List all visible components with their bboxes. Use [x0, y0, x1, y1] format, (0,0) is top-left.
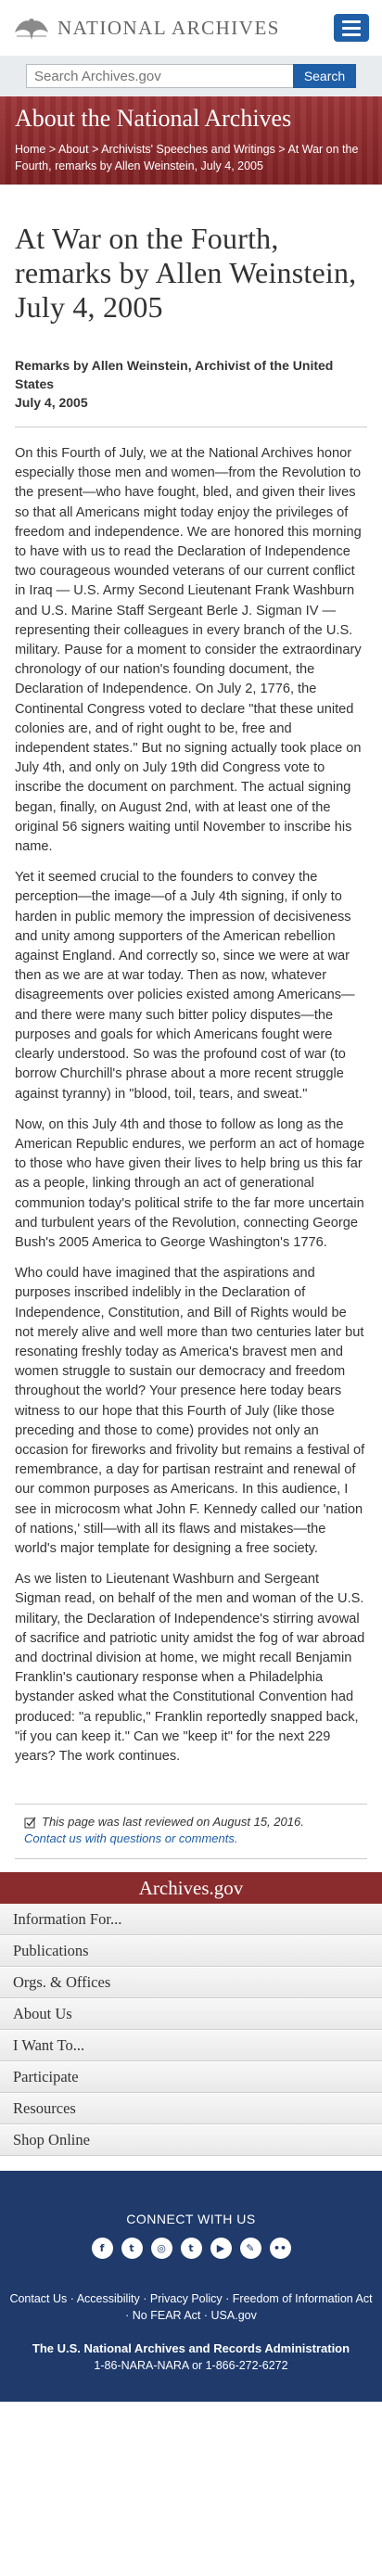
- facebook-icon[interactable]: f: [91, 2238, 113, 2260]
- main-content: At War on the Fourth, remarks by Allen W…: [0, 185, 382, 1860]
- footer-accessibility[interactable]: Accessibility: [77, 2292, 140, 2305]
- paragraph: Who could have imagined that the aspirat…: [15, 1266, 365, 1556]
- social-icons: f t ◎ t ▶ ✎ ••: [9, 2238, 373, 2260]
- footer-privacy-policy[interactable]: Privacy Policy: [150, 2292, 223, 2305]
- breadcrumb-speeches[interactable]: Archivists' Speeches and Writings: [101, 143, 275, 156]
- footer-nav-publications[interactable]: Publications: [0, 1935, 382, 1968]
- paragraph: As we listen to Lieutenant Washburn and …: [15, 1572, 365, 1764]
- footer-contact-us[interactable]: Contact Us: [9, 2292, 67, 2305]
- section-title: About the National Archives: [15, 105, 292, 132]
- site-header: NATIONAL ARCHIVES: [0, 0, 382, 56]
- footer-foia[interactable]: Freedom of Information Act: [233, 2292, 373, 2305]
- flickr-icon[interactable]: ••: [269, 2238, 291, 2260]
- footer-links: Contact Us · Accessibility · Privacy Pol…: [9, 2292, 373, 2323]
- breadcrumb: Home > About > Archivists' Speeches and …: [15, 143, 359, 172]
- paragraph: Now, on this July 4th and those to follo…: [15, 1116, 365, 1250]
- org-name: The U.S. National Archives and Records A…: [32, 2341, 350, 2356]
- contact-us-link[interactable]: Contact us with questions or comments.: [24, 1831, 238, 1845]
- tumblr-icon[interactable]: t: [180, 2238, 202, 2260]
- breadcrumb-about[interactable]: About: [58, 143, 89, 156]
- search-bar: Search: [0, 56, 382, 96]
- speech-date: July 4, 2005: [15, 395, 88, 410]
- footer-nav-participate[interactable]: Participate: [0, 2061, 382, 2094]
- national-archives-logo[interactable]: NATIONAL ARCHIVES: [11, 12, 280, 44]
- paragraph: On this Fourth of July, we at the Nation…: [15, 446, 362, 855]
- footer-no-fear-act[interactable]: No FEAR Act: [133, 2309, 201, 2322]
- page-title: At War on the Fourth, remarks by Allen W…: [15, 222, 357, 324]
- footer-nav-orgs-offices[interactable]: Orgs. & Offices: [0, 1967, 382, 1999]
- last-reviewed-text: This page was last reviewed on August 15…: [42, 1815, 304, 1830]
- section-banner: About the National Archives Home > About…: [0, 96, 382, 185]
- search-button[interactable]: Search: [293, 64, 356, 88]
- site-footer: CONNECT WITH US f t ◎ t ▶ ✎ •• Contact U…: [0, 2171, 382, 2403]
- youtube-icon[interactable]: ▶: [210, 2238, 232, 2260]
- logo-text: NATIONAL ARCHIVES: [57, 16, 280, 39]
- footer-nav-i-want-to[interactable]: I Want To...: [0, 2030, 382, 2062]
- menu-button[interactable]: [334, 14, 369, 42]
- breadcrumb-home[interactable]: Home: [15, 143, 45, 156]
- connect-label: CONNECT WITH US: [126, 2212, 256, 2227]
- byline: Remarks by Allen Weinstein, Archivist of…: [15, 358, 334, 391]
- footer-usa-gov[interactable]: USA.gov: [211, 2309, 257, 2322]
- footer-nav-information-for[interactable]: Information For...: [0, 1904, 382, 1936]
- footer-nav-about-us[interactable]: About Us: [0, 1998, 382, 2031]
- archives-gov-band[interactable]: Archives.gov: [0, 1872, 382, 1905]
- eagle-logo-icon: [15, 19, 48, 40]
- org-phone: 1-86-NARA-NARA or 1-866-272-6272: [94, 2359, 288, 2373]
- footer-nav-shop-online[interactable]: Shop Online: [0, 2124, 382, 2157]
- blog-icon[interactable]: ✎: [239, 2238, 261, 2260]
- twitter-icon[interactable]: t: [121, 2238, 143, 2260]
- search-input[interactable]: [26, 64, 293, 88]
- edit-check-icon: [24, 1817, 36, 1829]
- paragraph: Yet it seemed crucial to the founders to…: [15, 870, 355, 1102]
- instagram-icon[interactable]: ◎: [150, 2238, 172, 2260]
- footer-nav: Information For... Publications Orgs. & …: [0, 1904, 382, 2157]
- article-body: On this Fourth of July, we at the Nation…: [15, 444, 367, 1766]
- footer-nav-resources[interactable]: Resources: [0, 2093, 382, 2125]
- page-review-box: This page was last reviewed on August 15…: [15, 1804, 367, 1860]
- hamburger-icon: [342, 19, 361, 23]
